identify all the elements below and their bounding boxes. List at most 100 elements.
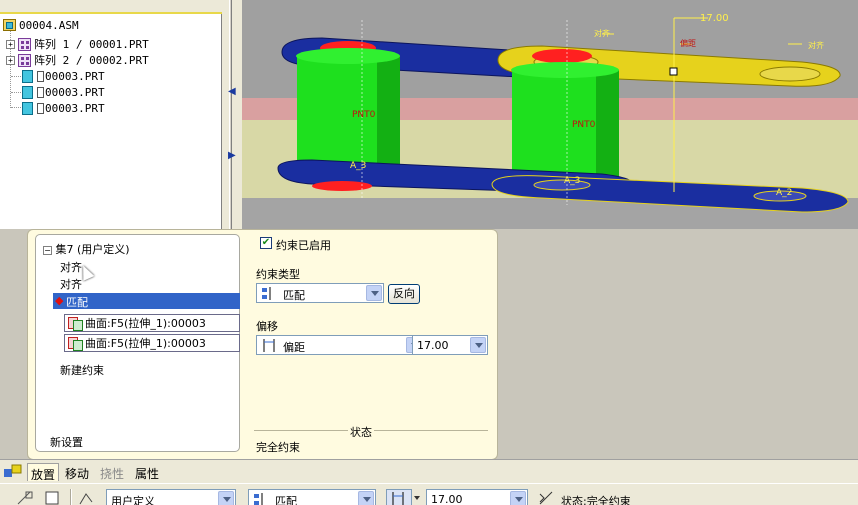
graphics-viewport[interactable]: 17.00 PNT0 PNT0 A_3 A_3 A_2 对齐 偏距 对齐 [242, 0, 858, 229]
offset-label: 偏移 [256, 320, 278, 333]
constraint-type-label: 约束类型 [256, 268, 300, 281]
offset-value-combo[interactable]: 17.00 [412, 335, 488, 355]
assembly-window-icon[interactable] [78, 490, 96, 505]
expand-icon[interactable]: + [6, 39, 15, 49]
surface-reference-icon [68, 336, 83, 351]
model-graphics[interactable] [242, 0, 858, 229]
tree-connector [11, 107, 21, 108]
toolbar-status: 状态:完全约束 [561, 495, 631, 505]
mate-type-icon [254, 493, 263, 505]
datum-point-label: PNT0 [352, 110, 376, 120]
collapse-left-icon[interactable]: ◀ [228, 86, 236, 97]
splitter-bar[interactable] [229, 0, 232, 229]
small-marker-icon [37, 87, 44, 98]
tree-item-part-3[interactable]: 00003.PRT [22, 100, 105, 116]
tree-connector [11, 76, 21, 77]
status-label: 状态 [348, 424, 374, 440]
tree-item-assembly[interactable]: 00004.ASM [3, 17, 79, 33]
tree-header-strip [0, 0, 222, 14]
flip-icon[interactable] [538, 490, 556, 505]
offset-type-value: 偏距 [283, 341, 305, 354]
assemble-icon [4, 464, 22, 477]
offset-type-icon [263, 339, 275, 352]
constraint-type-select[interactable]: 匹配 [256, 283, 384, 303]
part-icon [22, 85, 33, 99]
toolbar-separator [70, 489, 72, 505]
dropdown-arrow-icon[interactable] [510, 491, 526, 505]
constraint-flag-label: 对齐 [808, 41, 824, 50]
constraint-item[interactable]: 对齐 [60, 276, 82, 292]
dropdown-arrow-icon[interactable] [358, 491, 374, 505]
placement-panel: − 集7 (用户定义) 对齐 对齐 ◆ 匹配 曲面:F5(拉伸_1):00003… [27, 229, 498, 460]
tab-properties[interactable]: 属性 [132, 463, 162, 481]
separate-window-icon[interactable] [44, 490, 62, 505]
tree-item-pattern-2[interactable]: + 阵列 2 / 00002.PRT [6, 52, 149, 68]
constraint-set-title: 集7 (用户定义) [55, 243, 130, 256]
set-type-value: 用户定义 [111, 495, 155, 505]
dropdown-arrow-icon[interactable] [218, 491, 234, 505]
toolbar-constraint-type-select[interactable]: 匹配 [248, 489, 376, 505]
datum-axis-label: A_3 [350, 161, 367, 171]
tree-item-part-1[interactable]: 00003.PRT [22, 68, 105, 84]
pattern-icon [18, 37, 31, 51]
expand-right-icon[interactable]: ▶ [228, 150, 236, 161]
assembly-icon [3, 19, 16, 31]
tab-move[interactable]: 移动 [62, 463, 92, 481]
surface-reference-icon [68, 316, 83, 331]
toolbar-offset-value: 17.00 [431, 493, 463, 505]
collapse-icon[interactable]: − [43, 245, 52, 255]
dimension-value[interactable]: 17.00 [700, 13, 729, 24]
tree-item-label: 00003.PRT [45, 69, 105, 83]
status-value: 完全约束 [256, 441, 300, 454]
constraint-item-selected[interactable]: ◆ 匹配 [53, 293, 240, 309]
tree-item-part-2[interactable]: 00003.PRT [22, 84, 105, 100]
constraint-flag-label: 偏距 [680, 39, 696, 48]
reference-collector[interactable]: 曲面:F5(拉伸_1):00003 [64, 334, 240, 352]
small-marker-icon [37, 71, 44, 82]
dropdown-arrow-icon[interactable] [366, 285, 382, 301]
offset-type-select[interactable]: 偏距 [256, 335, 424, 355]
datum-axis-label: A_3 [564, 176, 581, 186]
dashboard-tabs: 放置 移动 挠性 属性 [0, 459, 858, 483]
set-type-select[interactable]: 用户定义 [106, 489, 236, 505]
tab-flexibility[interactable]: 挠性 [97, 463, 127, 481]
toolbar-constraint-type-value: 匹配 [275, 495, 297, 505]
constraint-enabled-label: 约束已启用 [276, 239, 331, 252]
tree-item-label: 00003.PRT [45, 85, 105, 99]
tree-item-label: 00004.ASM [19, 18, 79, 32]
reference-collector[interactable]: 曲面:F5(拉伸_1):00003 [64, 314, 240, 332]
tree-item-pattern-1[interactable]: + 阵列 1 / 00001.PRT [6, 36, 149, 52]
pane-splitter[interactable]: ◀ ▶ [222, 0, 242, 229]
tree-item-label: 00003.PRT [45, 101, 105, 115]
mate-type-icon [262, 287, 271, 300]
tree-connector [11, 92, 21, 93]
model-tree: 00004.ASM + 阵列 1 / 00001.PRT + 阵列 2 / 00… [0, 0, 222, 229]
offset-type-button[interactable] [386, 489, 412, 505]
tree-item-label: 阵列 2 / 00002.PRT [34, 54, 149, 67]
offset-type-dropdown-icon[interactable] [414, 496, 420, 500]
expand-icon[interactable]: + [6, 55, 15, 65]
constraint-item-label: 匹配 [66, 296, 88, 309]
constraint-set-node[interactable]: − 集7 (用户定义) [43, 241, 130, 257]
connection-icon[interactable] [16, 490, 34, 505]
part-icon [22, 69, 33, 83]
reference-label: 曲面:F5(拉伸_1):00003 [85, 317, 206, 330]
constraint-type-value: 匹配 [283, 289, 305, 302]
part-icon [22, 101, 33, 115]
constraint-enabled-checkbox[interactable]: ✔ [260, 237, 272, 249]
reverse-button[interactable]: 反向 [388, 284, 420, 304]
reference-label: 曲面:F5(拉伸_1):00003 [85, 337, 206, 350]
toolbar-offset-value-combo[interactable]: 17.00 [426, 489, 528, 505]
datum-axis-label: A_2 [776, 188, 793, 198]
dashboard-toolbar: 用户定义 匹配 17.00 状态:完全约束 [0, 483, 858, 505]
pattern-icon [18, 53, 31, 67]
tab-panel-toggle[interactable] [2, 463, 26, 481]
new-set-link[interactable]: 新设置 [50, 434, 83, 450]
small-marker-icon [37, 103, 44, 114]
offset-value: 17.00 [417, 339, 449, 352]
dropdown-arrow-icon[interactable] [470, 337, 486, 353]
offset-type-icon [392, 492, 404, 505]
tab-placement[interactable]: 放置 [27, 463, 60, 482]
constraint-list[interactable]: − 集7 (用户定义) 对齐 对齐 ◆ 匹配 曲面:F5(拉伸_1):00003… [35, 234, 240, 452]
new-constraint-link[interactable]: 新建约束 [60, 362, 104, 378]
